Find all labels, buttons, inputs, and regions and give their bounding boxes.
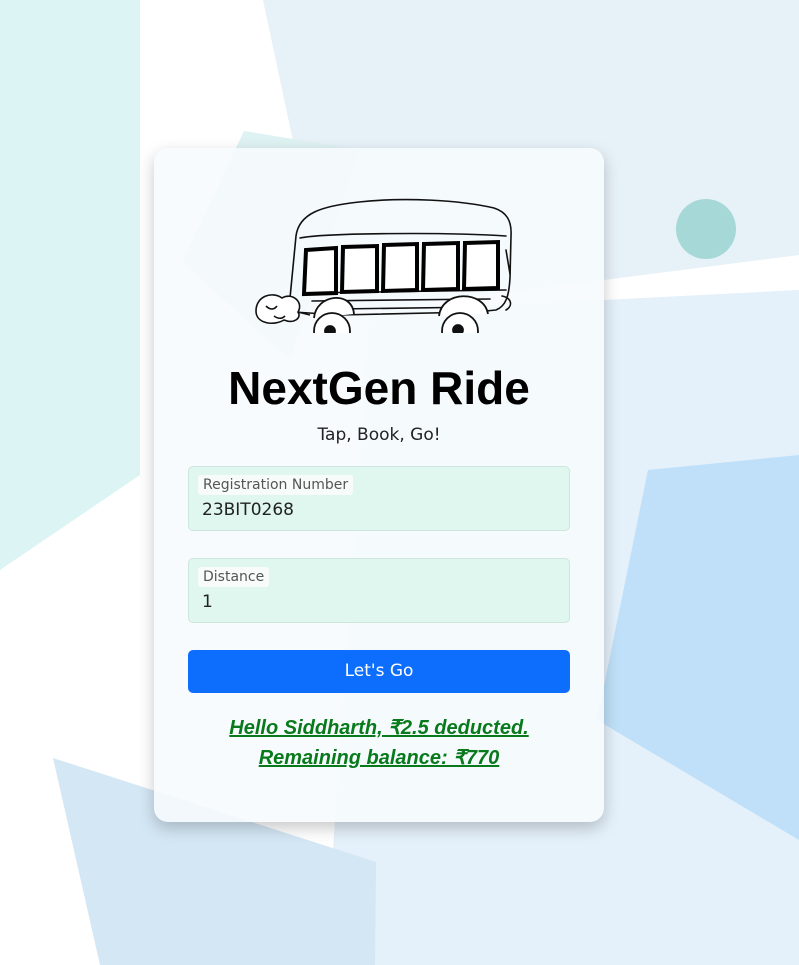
- result-line-deducted: Hello Siddharth, ₹2.5 deducted.: [229, 717, 529, 739]
- app-title: NextGen Ride: [228, 362, 530, 414]
- result-message: Hello Siddharth, ₹2.5 deducted. Remainin…: [154, 713, 604, 773]
- booking-card: NextGen Ride Tap, Book, Go! Registration…: [154, 148, 604, 822]
- lets-go-button[interactable]: Let's Go: [188, 650, 570, 693]
- distance-label: Distance: [198, 567, 270, 587]
- registration-input[interactable]: [202, 499, 552, 521]
- distance-input[interactable]: [202, 591, 552, 613]
- app-subtitle: Tap, Book, Go!: [317, 425, 441, 445]
- registration-field[interactable]: Registration Number: [188, 466, 570, 531]
- result-line-balance: Remaining balance: ₹770: [258, 747, 500, 769]
- bus-icon: [255, 198, 512, 333]
- registration-label: Registration Number: [198, 475, 354, 495]
- distance-field[interactable]: Distance: [188, 558, 570, 623]
